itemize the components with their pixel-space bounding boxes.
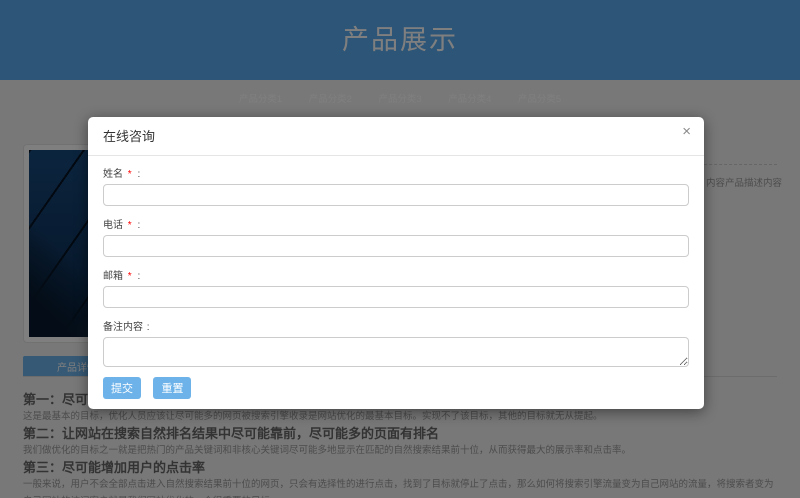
label-colon: : bbox=[137, 271, 140, 282]
phone-field-label: 电话 * : bbox=[103, 216, 689, 231]
notes-field: 备注内容 : bbox=[103, 318, 689, 367]
name-field-label: 姓名 * : bbox=[103, 165, 689, 180]
page: 产品展示 产品分类1 产品分类2 产品分类3 产品分类4 产品分类5 内容产品描… bbox=[0, 0, 800, 498]
reset-button[interactable]: 重置 bbox=[153, 377, 191, 399]
label-colon: : bbox=[147, 322, 150, 333]
notes-field-label: 备注内容 : bbox=[103, 318, 689, 333]
name-label-text: 姓名 bbox=[103, 169, 123, 180]
modal-header: 在线咨询 × bbox=[88, 117, 704, 156]
email-field: 邮箱 * : bbox=[103, 267, 689, 308]
email-field-label: 邮箱 * : bbox=[103, 267, 689, 282]
modal-title: 在线咨询 bbox=[103, 129, 155, 144]
name-field: 姓名 * : bbox=[103, 165, 689, 206]
phone-input[interactable] bbox=[103, 235, 689, 257]
required-asterisk: * bbox=[128, 220, 132, 231]
close-icon[interactable]: × bbox=[682, 124, 691, 139]
email-label-text: 邮箱 bbox=[103, 271, 123, 282]
email-input[interactable] bbox=[103, 286, 689, 308]
submit-button[interactable]: 提交 bbox=[103, 377, 141, 399]
consult-modal: 在线咨询 × 姓名 * : 电话 * : bbox=[88, 117, 704, 409]
phone-field: 电话 * : bbox=[103, 216, 689, 257]
modal-actions: 提交 重置 bbox=[103, 377, 689, 399]
required-asterisk: * bbox=[128, 271, 132, 282]
label-colon: : bbox=[137, 220, 140, 231]
notes-label-text: 备注内容 bbox=[103, 322, 143, 333]
notes-textarea[interactable] bbox=[103, 337, 689, 367]
name-input[interactable] bbox=[103, 184, 689, 206]
label-colon: : bbox=[137, 169, 140, 180]
modal-body: 姓名 * : 电话 * : 邮箱 * : bbox=[88, 156, 704, 409]
required-asterisk: * bbox=[128, 169, 132, 180]
phone-label-text: 电话 bbox=[103, 220, 123, 231]
